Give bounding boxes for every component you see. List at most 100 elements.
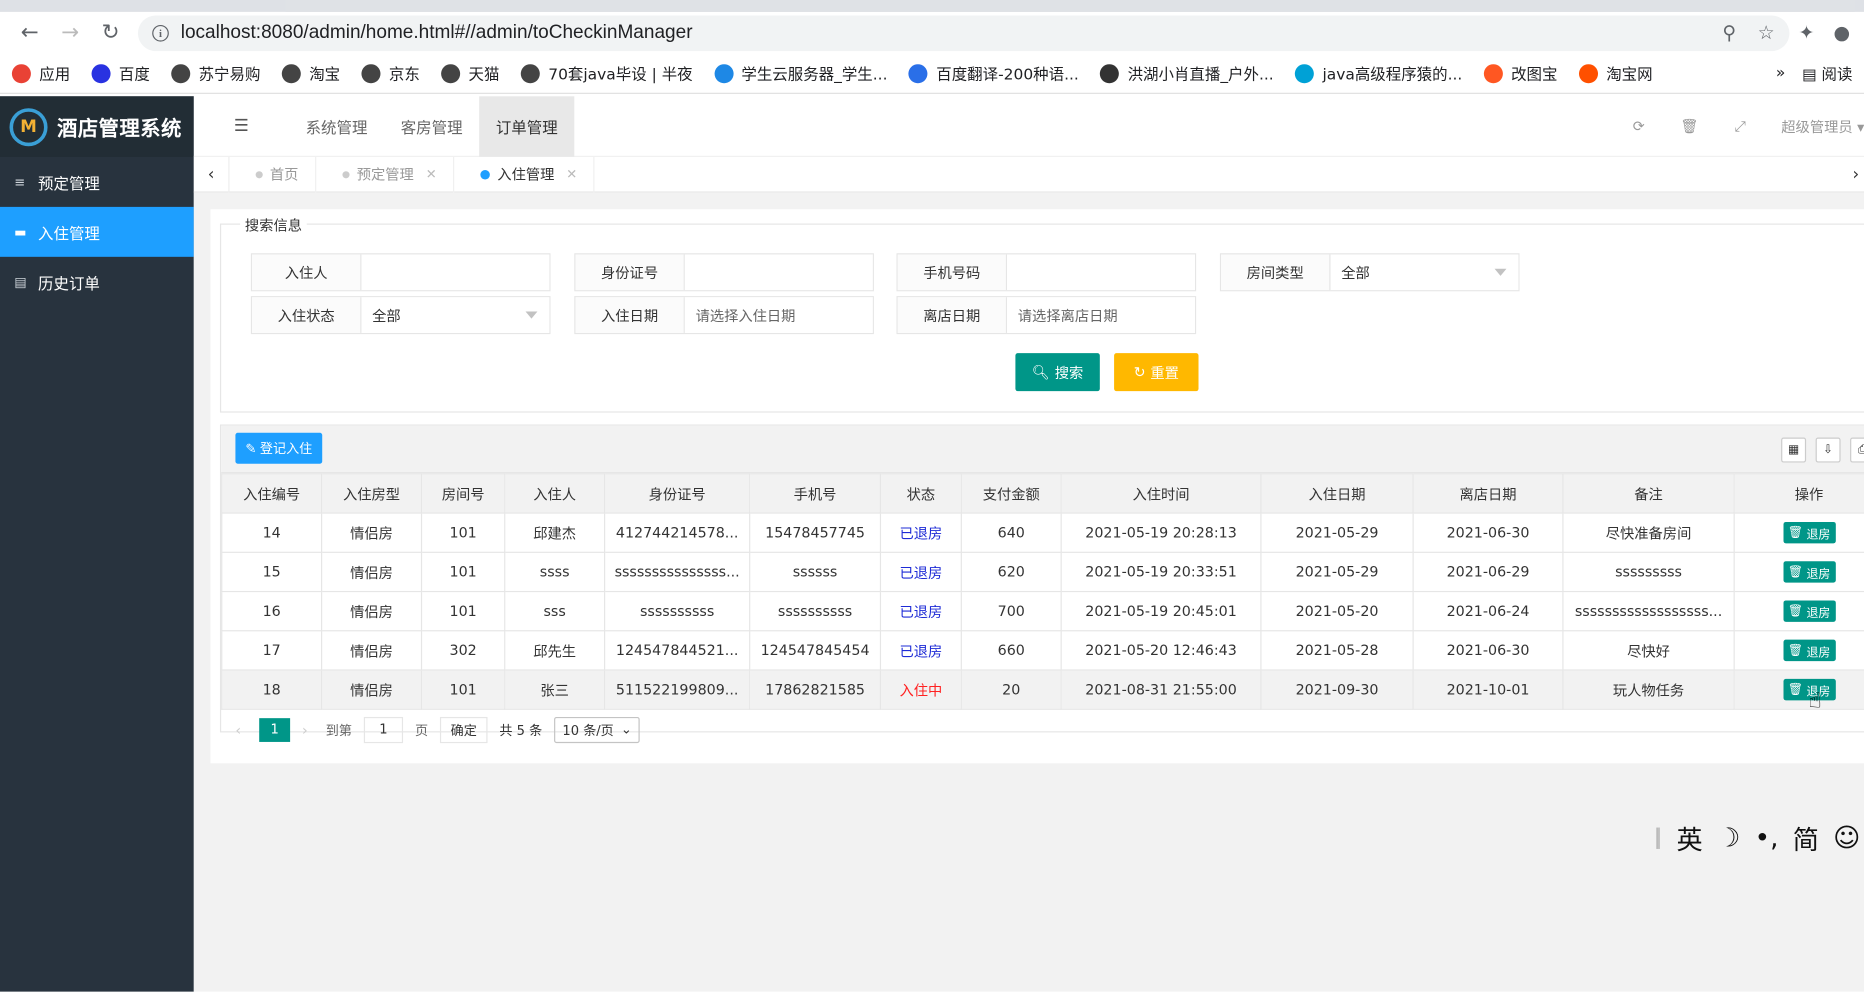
cell-action: 🗑︎ 退房 — [1733, 630, 1864, 671]
table-row[interactable]: 14 情侣房 101 邱建杰 412744214578... 15478457745 已退房… — [221, 512, 1864, 553]
column-header[interactable]: 入住日期 — [1260, 473, 1414, 514]
column-header[interactable]: 操作 — [1733, 473, 1864, 514]
moon-icon[interactable]: ☽ — [1717, 823, 1740, 853]
top-nav-item[interactable]: 订单管理 — [479, 95, 575, 157]
bookmark-item[interactable]: java高级程序猿的... — [1295, 62, 1462, 84]
guest-input[interactable] — [361, 254, 550, 291]
chevron-down-icon: ⌄ — [620, 721, 632, 738]
sidebar-item-1[interactable]: ▬ 入住管理 — [0, 206, 194, 257]
checkout-date-input[interactable]: 请选择离店日期 — [1007, 297, 1195, 333]
extensions-icon[interactable]: ✦ — [1799, 21, 1815, 44]
phone-input[interactable] — [1007, 254, 1195, 291]
checkin-register-button[interactable]: ✎ 登记入住 — [235, 432, 323, 464]
checkout-button[interactable]: 🗑︎ 退房 — [1782, 521, 1836, 544]
profile-icon[interactable]: ● — [1833, 21, 1850, 44]
checkout-button[interactable]: 🗑︎ 退房 — [1782, 639, 1836, 662]
page-input[interactable]: 1 — [363, 716, 404, 743]
emoji-icon[interactable]: ☺ — [1833, 823, 1860, 853]
column-header[interactable]: 入住编号 — [221, 473, 323, 514]
cell-status: 已退房 — [879, 512, 962, 553]
table-row[interactable]: 17 情侣房 302 邱先生 124547844521... 124547845454 已退… — [221, 630, 1864, 671]
page-tab[interactable]: 预定管理 ✕ — [316, 156, 455, 193]
close-icon[interactable]: ✕ — [566, 166, 577, 181]
ime-lang[interactable]: 英 — [1676, 819, 1702, 857]
browser-tab[interactable] — [285, 0, 1855, 12]
refresh-icon[interactable]: ⟳ — [1633, 118, 1645, 135]
search-button[interactable]: 🔍︎ 搜索 — [1015, 353, 1100, 392]
bookmark-item[interactable]: 天猫 — [441, 62, 499, 84]
column-header[interactable]: 房间号 — [420, 473, 506, 514]
bookmark-item[interactable]: 学生云服务器_学生... — [714, 62, 888, 84]
fullscreen-icon[interactable]: ⤢ — [1734, 117, 1745, 135]
sidebar-item-0[interactable]: ≡ 预定管理 — [0, 157, 194, 207]
menu-fold-icon[interactable]: ☰ — [194, 96, 289, 157]
column-header[interactable]: 身份证号 — [604, 473, 751, 514]
bookmarks-more[interactable]: » — [1776, 64, 1785, 82]
export-icon[interactable]: ⇩ — [1815, 437, 1841, 463]
reset-button[interactable]: ↻ 重置 — [1114, 353, 1199, 392]
logo[interactable]: M 酒店管理系统 — [0, 96, 194, 157]
column-header[interactable]: 状态 — [879, 473, 962, 514]
checkout-button[interactable]: 🗑︎ 退房 — [1782, 600, 1836, 622]
page-tab[interactable]: 首页 — [229, 156, 317, 193]
column-header[interactable]: 备注 — [1562, 473, 1735, 514]
bookmark-item[interactable]: 洪湖小肖直播_户外... — [1100, 62, 1274, 84]
tabs-left-icon[interactable]: ‹ — [194, 156, 230, 193]
current-page[interactable]: 1 — [259, 717, 291, 742]
column-header[interactable]: 支付金额 — [960, 473, 1062, 514]
columns-filter-icon[interactable]: ▦ — [1781, 437, 1807, 463]
column-header[interactable]: 入住人 — [504, 473, 606, 514]
bookmark-item[interactable]: 改图宝 — [1483, 62, 1557, 84]
table-row[interactable]: 18 情侣房 101 张三 511522199809... 17862821585 入住中 2… — [221, 669, 1864, 710]
column-header[interactable]: 入住房型 — [321, 473, 423, 514]
bookmark-item[interactable]: 苏宁易购 — [171, 62, 260, 84]
admin-menu[interactable]: 超级管理员 ▾ — [1781, 116, 1864, 136]
star-icon[interactable]: ☆ — [1758, 21, 1775, 44]
back-icon[interactable]: ← — [10, 16, 50, 49]
punct-icon[interactable]: •, — [1755, 823, 1779, 853]
ime-handle[interactable] — [1656, 827, 1660, 849]
column-header[interactable]: 离店日期 — [1412, 473, 1564, 514]
bookmark-item[interactable]: 百度翻译-200种语... — [908, 62, 1079, 84]
checkout-button[interactable]: 🗑︎ 退房 — [1782, 561, 1836, 583]
sidebar-item-2[interactable]: ▤ 历史订单 — [0, 257, 194, 307]
column-header[interactable]: 手机号 — [749, 473, 882, 514]
reload-icon[interactable]: ↻ — [90, 16, 130, 49]
forward-icon[interactable]: → — [50, 16, 90, 49]
reading-list[interactable]: ▤ 阅读 — [1802, 62, 1852, 85]
bookmark-item[interactable]: 淘宝 — [281, 62, 340, 84]
top-nav-item[interactable]: 客房管理 — [384, 96, 479, 157]
clear-cache-icon[interactable]: 🗑 — [1680, 118, 1698, 135]
prev-page-icon[interactable]: ‹ — [235, 721, 247, 738]
roomtype-select[interactable]: 全部 — [1330, 254, 1519, 291]
idcard-input[interactable] — [684, 254, 873, 291]
cell-idcard: 511522199809... — [604, 669, 751, 710]
bookmark-item[interactable]: 京东 — [361, 62, 420, 84]
top-nav-item[interactable]: 系统管理 — [289, 96, 384, 157]
checkin-date-input[interactable]: 请选择入住日期 — [684, 297, 873, 333]
column-header[interactable]: 入住时间 — [1060, 473, 1262, 514]
page-size-select[interactable]: 10 条/页 ⌄ — [554, 716, 641, 743]
close-icon[interactable]: ✕ — [426, 166, 437, 181]
checkin-table: 入住编号 入住房型 房间号 入住人 身份证号 手机号 状态 支付金额 入住时间 入住日期 离店日期备… — [221, 473, 1864, 710]
bookmark-item[interactable]: 百度 — [91, 62, 150, 84]
bookmark-item[interactable]: 70套java毕设 | 半夜 — [520, 62, 693, 84]
tab-label: 首页 — [269, 166, 299, 184]
status-select[interactable]: 全部 — [361, 297, 550, 333]
next-page-icon[interactable]: › — [302, 721, 314, 738]
url-field[interactable]: i localhost:8080/admin/home.html#//admin… — [137, 14, 1789, 51]
table-row[interactable]: 16 情侣房 101 sss ssssssssss ssssssssss 已退房 700 202… — [221, 590, 1864, 632]
cell-note: 尽快好 — [1562, 630, 1735, 671]
table-row[interactable]: 15 情侣房 101 ssss sssssssssssssss... ssssss 已退房 6… — [221, 551, 1864, 593]
cell-id: 18 — [221, 669, 323, 710]
site-info-icon[interactable]: i — [152, 24, 169, 42]
bookmark-item[interactable]: 应用 — [11, 62, 70, 84]
page-tab[interactable]: 入住管理 ✕ — [454, 156, 596, 193]
bookmark-item[interactable]: 淘宝网 — [1578, 62, 1653, 84]
goto-ok-button[interactable]: 确定 — [439, 716, 488, 743]
tabs-right-icon[interactable]: › — [1852, 157, 1864, 193]
print-icon[interactable]: ⎙ — [1850, 437, 1864, 463]
zoom-icon[interactable]: ⚲ — [1722, 21, 1736, 44]
phone-field: 手机号码 — [896, 253, 1197, 292]
ime-simplified[interactable]: 简 — [1793, 819, 1819, 857]
